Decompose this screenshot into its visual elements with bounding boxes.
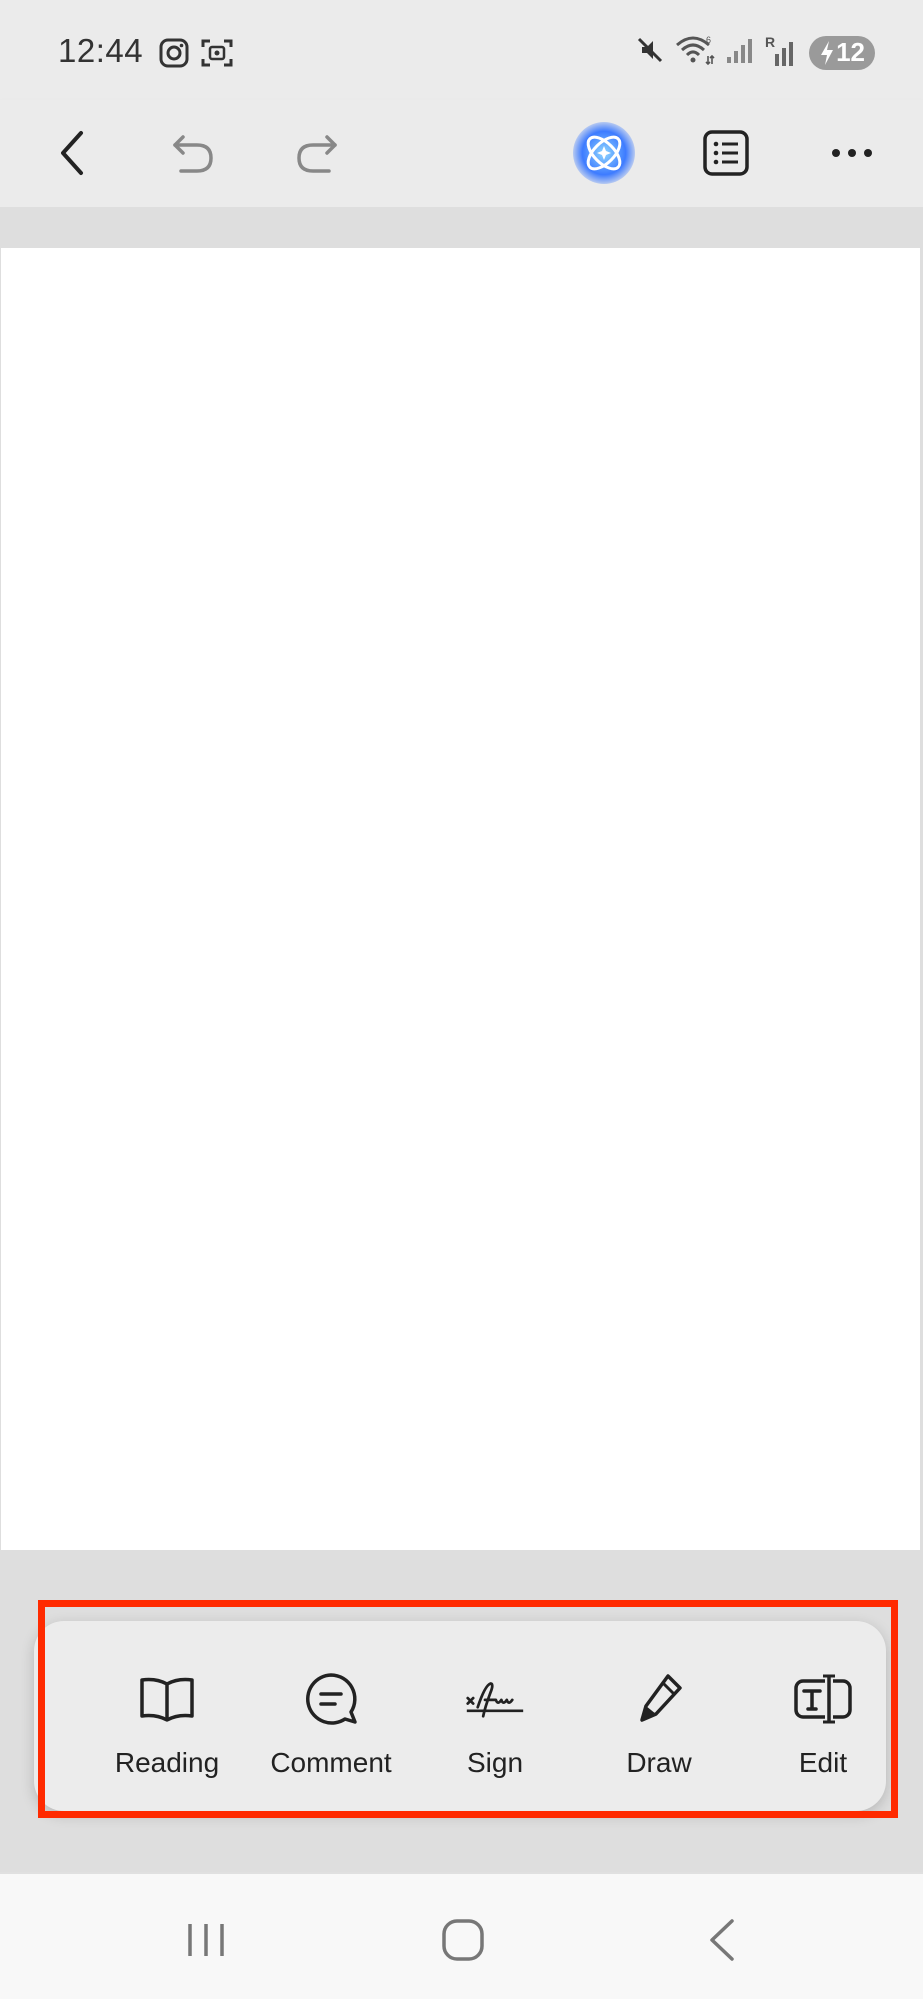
highlight-box — [38, 1600, 898, 1818]
more-button[interactable] — [817, 118, 887, 188]
roaming-signal-icon: R — [765, 34, 799, 68]
status-left-icons — [158, 37, 234, 74]
screenshot-icon — [200, 37, 234, 74]
outline-icon — [703, 130, 749, 176]
status-bar: 12:44 6 R 12 — [0, 0, 923, 100]
back-button[interactable] — [38, 118, 108, 188]
undo-button[interactable] — [158, 118, 228, 188]
signal-icon — [725, 35, 755, 70]
back-icon — [61, 131, 83, 175]
redo-icon — [297, 135, 337, 173]
navigation-bar — [0, 1874, 923, 1999]
nav-back-button[interactable] — [690, 1908, 754, 1972]
charging-icon — [821, 40, 834, 65]
document-page[interactable] — [1, 248, 920, 1550]
battery-level: 12 — [836, 37, 865, 67]
battery-indicator: 12 — [809, 35, 875, 70]
outline-button[interactable] — [691, 118, 761, 188]
ai-assistant-button[interactable] — [569, 118, 639, 188]
mute-icon — [635, 35, 665, 70]
instagram-icon — [158, 37, 190, 74]
redo-button[interactable] — [282, 118, 352, 188]
home-button[interactable] — [431, 1908, 495, 1972]
status-right-icons: 6 R 12 — [635, 34, 875, 71]
status-time: 12:44 — [58, 32, 144, 69]
nav-back-icon — [710, 1919, 734, 1961]
recent-apps-icon — [188, 1924, 224, 1956]
recent-apps-button[interactable] — [174, 1908, 238, 1972]
wifi-icon: 6 — [675, 34, 715, 71]
undo-icon — [173, 135, 213, 173]
top-toolbar — [0, 100, 923, 207]
svg-text:6: 6 — [706, 35, 711, 45]
roaming-label: R — [765, 33, 776, 50]
ai-assistant-icon — [573, 122, 635, 184]
more-icon — [832, 149, 872, 157]
home-icon — [442, 1919, 484, 1961]
